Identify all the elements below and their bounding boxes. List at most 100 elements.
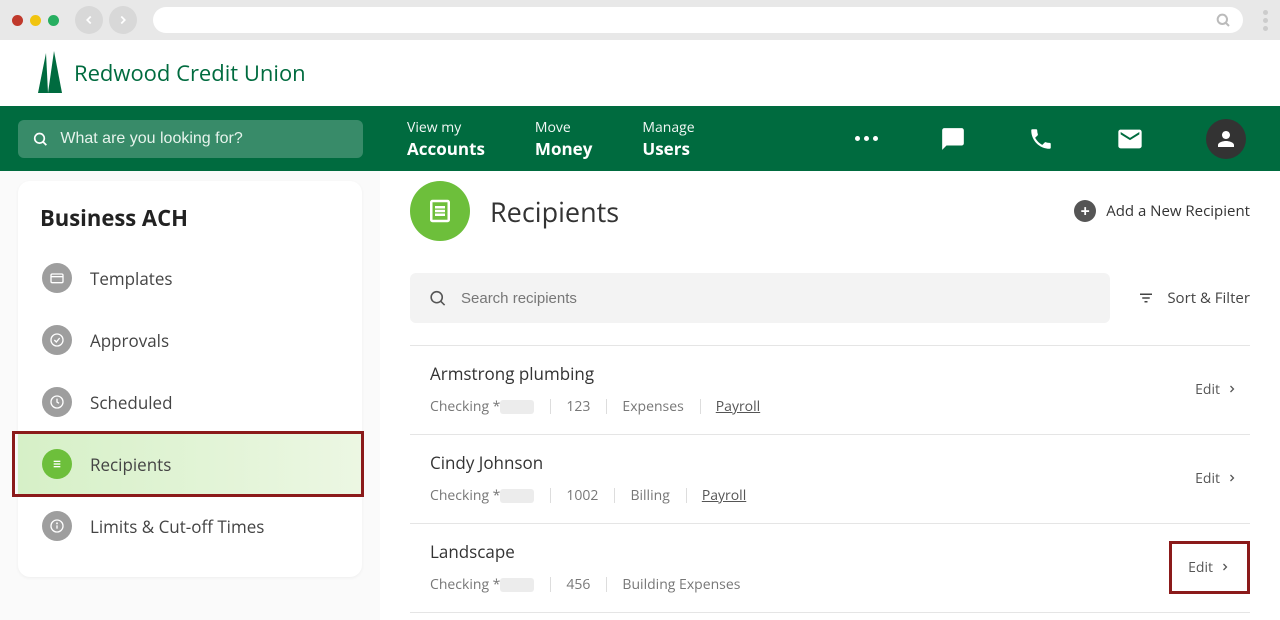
- sidebar-title: Business ACH: [18, 203, 362, 247]
- browser-chrome: [0, 0, 1280, 40]
- nav-item-topline: Manage: [642, 118, 694, 137]
- masked-account-icon: [500, 578, 534, 592]
- logo-text: Redwood Credit Union: [74, 58, 306, 88]
- toolbar: Sort & Filter: [410, 273, 1250, 323]
- browser-nav-buttons: [75, 6, 137, 34]
- url-bar[interactable]: [153, 7, 1243, 33]
- chevron-right-icon: [1226, 383, 1238, 395]
- masked-account-icon: [500, 489, 534, 503]
- messages-icon[interactable]: [940, 126, 966, 152]
- nav-item-users[interactable]: Manage Users: [642, 118, 694, 160]
- check-circle-icon: [42, 325, 72, 355]
- recipient-name: Landscape: [430, 540, 1169, 563]
- more-icon[interactable]: [855, 136, 878, 141]
- search-icon: [428, 288, 447, 308]
- list-icon: [42, 449, 72, 479]
- routing-number: 1002: [550, 486, 614, 505]
- sidebar-item-label: Limits & Cut-off Times: [90, 515, 264, 538]
- minimize-window-icon[interactable]: [30, 15, 41, 26]
- global-search[interactable]: [18, 120, 363, 158]
- sidebar-item-scheduled[interactable]: Scheduled: [18, 371, 362, 433]
- logo-bar: Redwood Credit Union: [0, 40, 1280, 106]
- routing-number: 123: [550, 397, 606, 416]
- edit-button[interactable]: Edit: [1183, 370, 1250, 409]
- recipient-name: Armstrong plumbing: [430, 362, 1183, 385]
- nav-item-label: Accounts: [407, 137, 485, 160]
- recipient-meta: Checking * 123 Expenses Payroll: [430, 397, 1183, 416]
- search-icon: [1215, 12, 1231, 28]
- global-search-input[interactable]: [60, 130, 349, 148]
- forward-button[interactable]: [109, 6, 137, 34]
- browser-menu-icon[interactable]: [1263, 10, 1268, 31]
- folder-icon: [42, 263, 72, 293]
- page-header: Recipients + Add a New Recipient: [410, 181, 1250, 241]
- recipient-name: Cindy Johnson: [430, 451, 1183, 474]
- sidebar-item-label: Recipients: [90, 453, 171, 476]
- back-button[interactable]: [75, 6, 103, 34]
- main: Business ACH Templates Approvals Schedul…: [0, 171, 1280, 620]
- recipient-row: Cindy Johnson Checking * 1002 Billing Pa…: [410, 434, 1250, 523]
- account-type: Checking *: [430, 486, 550, 505]
- add-recipient-label: Add a New Recipient: [1106, 201, 1250, 221]
- edit-label: Edit: [1195, 380, 1220, 399]
- sort-filter-label: Sort & Filter: [1167, 288, 1250, 308]
- plus-icon: +: [1074, 200, 1096, 222]
- nav-item-label: Money: [535, 137, 592, 160]
- logo-tree-icon: [36, 51, 66, 95]
- info-icon: [42, 511, 72, 541]
- recipients-search[interactable]: [410, 273, 1110, 323]
- sidebar-item-label: Approvals: [90, 329, 169, 352]
- nav-item-money[interactable]: Move Money: [535, 118, 592, 160]
- content: Recipients + Add a New Recipient Sort & …: [380, 171, 1280, 620]
- chevron-right-icon: [1226, 472, 1238, 484]
- phone-icon[interactable]: [1028, 126, 1054, 152]
- close-window-icon[interactable]: [12, 15, 23, 26]
- sidebar-item-label: Scheduled: [90, 391, 173, 414]
- category-2-link[interactable]: Payroll: [686, 486, 762, 505]
- category-1: Building Expenses: [606, 575, 756, 594]
- edit-button[interactable]: Edit: [1183, 459, 1250, 498]
- account-type: Checking *: [430, 575, 550, 594]
- sidebar: Business ACH Templates Approvals Schedul…: [0, 171, 380, 620]
- page-title: Recipients: [490, 193, 619, 230]
- recipient-row: Landscape Checking * 456 Building Expens…: [410, 523, 1250, 613]
- sidebar-card: Business ACH Templates Approvals Schedul…: [18, 181, 362, 577]
- recipient-info: Cindy Johnson Checking * 1002 Billing Pa…: [430, 451, 1183, 505]
- account-type: Checking *: [430, 397, 550, 416]
- recipient-row: Armstrong plumbing Checking * 123 Expens…: [410, 345, 1250, 434]
- sidebar-item-templates[interactable]: Templates: [18, 247, 362, 309]
- edit-label: Edit: [1188, 558, 1213, 577]
- nav-item-topline: View my: [407, 118, 485, 137]
- mail-icon[interactable]: [1116, 125, 1144, 153]
- nav-item-label: Users: [642, 137, 694, 160]
- add-recipient-button[interactable]: + Add a New Recipient: [1074, 200, 1250, 222]
- search-icon: [32, 130, 48, 148]
- top-nav: View my Accounts Move Money Manage Users: [0, 106, 1280, 171]
- sidebar-item-label: Templates: [90, 267, 173, 290]
- category-1: Billing: [614, 486, 685, 505]
- sidebar-item-limits[interactable]: Limits & Cut-off Times: [18, 495, 362, 557]
- sort-filter-button[interactable]: Sort & Filter: [1137, 288, 1250, 308]
- edit-label: Edit: [1195, 469, 1220, 488]
- clock-icon: [42, 387, 72, 417]
- recipient-info: Armstrong plumbing Checking * 123 Expens…: [430, 362, 1183, 416]
- nav-item-topline: Move: [535, 118, 592, 137]
- masked-account-icon: [500, 400, 534, 414]
- avatar-icon[interactable]: [1206, 119, 1246, 159]
- maximize-window-icon[interactable]: [48, 15, 59, 26]
- chevron-right-icon: [1219, 561, 1231, 573]
- recipient-info: Landscape Checking * 456 Building Expens…: [430, 540, 1169, 594]
- traffic-lights: [12, 15, 59, 26]
- routing-number: 456: [550, 575, 606, 594]
- category-2-link[interactable]: Payroll: [700, 397, 776, 416]
- sidebar-item-approvals[interactable]: Approvals: [18, 309, 362, 371]
- recipients-search-input[interactable]: [461, 290, 1092, 307]
- nav-icons: [855, 119, 1280, 159]
- edit-button[interactable]: Edit: [1169, 541, 1250, 594]
- recipients-list: Armstrong plumbing Checking * 123 Expens…: [410, 345, 1250, 613]
- sidebar-item-recipients[interactable]: Recipients: [18, 433, 362, 495]
- recipient-meta: Checking * 456 Building Expenses: [430, 575, 1169, 594]
- nav-items: View my Accounts Move Money Manage Users: [407, 118, 695, 160]
- filter-icon: [1137, 289, 1155, 307]
- nav-item-accounts[interactable]: View my Accounts: [407, 118, 485, 160]
